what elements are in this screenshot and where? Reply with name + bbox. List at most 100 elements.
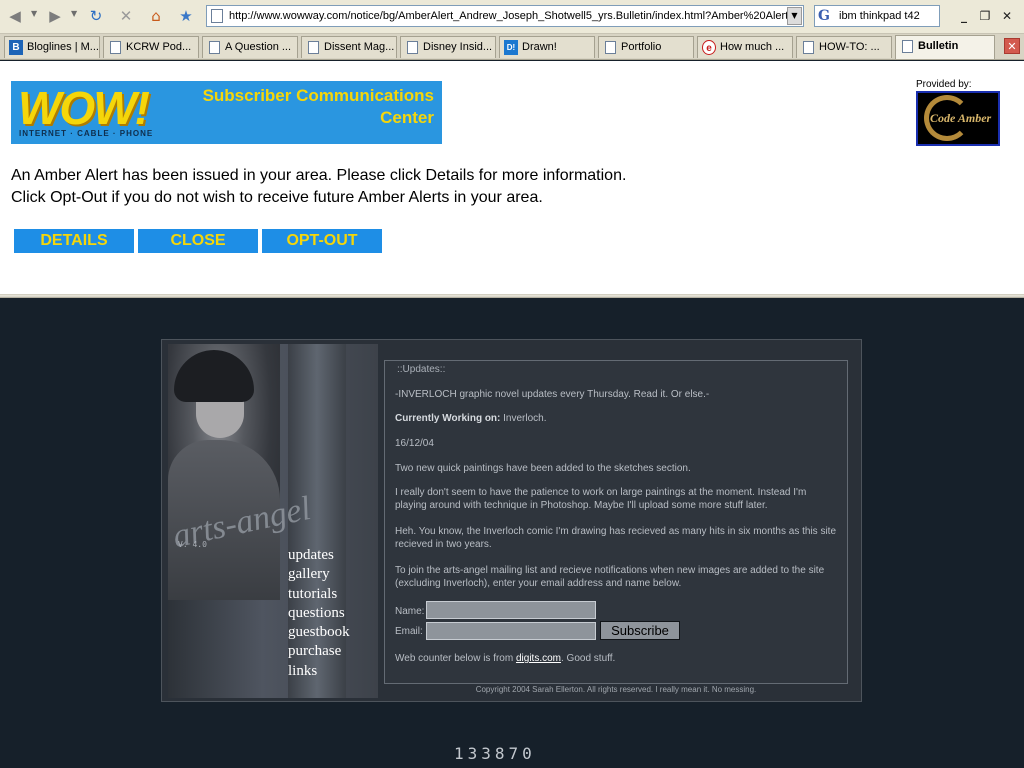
- page-icon: [605, 41, 616, 54]
- close-button[interactable]: CLOSE: [138, 229, 258, 253]
- drawn-icon: D!: [504, 40, 518, 55]
- tab-kcrw[interactable]: KCRW Pod...: [103, 36, 199, 58]
- tab-drawn[interactable]: D! Drawn!: [499, 36, 595, 58]
- stop-icon[interactable]: ✕: [116, 6, 136, 26]
- email-input[interactable]: [426, 622, 596, 640]
- browser-toolbar: ◀ ▼ ▶ ▼ ↻ ✕ ⌂ ★ ▼ G _ ❐ ✕: [0, 0, 1024, 34]
- tab-label: Dissent Mag...: [324, 41, 395, 53]
- arts-angel-site: arts-angel V. 4.0 updates gallery tutori…: [161, 339, 862, 702]
- site-version: V. 4.0: [178, 540, 207, 549]
- url-input[interactable]: [229, 7, 789, 25]
- howmuch-icon: e: [702, 40, 716, 55]
- tab-label: A Question ...: [225, 41, 292, 53]
- address-bar[interactable]: ▼: [206, 5, 804, 27]
- mailing-list-instructions: To join the arts-angel mailing list and …: [395, 565, 825, 589]
- page-icon: [110, 41, 121, 54]
- tab-label: Bulletin: [918, 40, 959, 52]
- page-icon: [902, 40, 913, 53]
- tab-bulletin[interactable]: Bulletin: [895, 35, 995, 59]
- name-input[interactable]: [426, 601, 596, 619]
- tab-label: Drawn!: [522, 41, 557, 53]
- tab-a-question[interactable]: A Question ...: [202, 36, 298, 58]
- title-line-1: Subscriber Communications: [202, 86, 434, 105]
- tab-label: Portfolio: [621, 41, 662, 53]
- alert-message-line-2: Click Opt-Out if you do not wish to rece…: [11, 189, 543, 206]
- character-hair: [174, 350, 254, 402]
- page-icon: [308, 41, 319, 54]
- tab-dissent[interactable]: Dissent Mag...: [301, 36, 397, 58]
- minimize-icon[interactable]: _: [955, 7, 973, 25]
- nav-tutorials[interactable]: tutorials: [288, 585, 350, 604]
- tab-label: Disney Insid...: [423, 41, 493, 53]
- counter-note-text: Web counter below is from: [395, 653, 516, 664]
- updates-heading: ::Updates::: [397, 364, 446, 375]
- alert-message-line-1: An Amber Alert has been issued in your a…: [11, 167, 627, 184]
- tab-label: HOW-TO: ...: [819, 41, 880, 53]
- search-input[interactable]: [839, 7, 937, 25]
- close-tab-icon[interactable]: ✕: [1004, 38, 1020, 54]
- amber-alert-banner: WOW! INTERNET · CABLE · PHONE Subscriber…: [0, 61, 1024, 295]
- back-history-dropdown-icon[interactable]: ▼: [31, 9, 37, 18]
- google-search-icon[interactable]: G: [818, 8, 830, 24]
- page-icon: [803, 41, 814, 54]
- code-amber-text: Code Amber: [930, 111, 992, 125]
- bookmarks-icon[interactable]: ★: [176, 6, 196, 26]
- nav-links[interactable]: links: [288, 662, 350, 681]
- update-paragraph-2: Two new quick paintings have been added …: [395, 463, 691, 474]
- update-inverloch-note: -INVERLOCH graphic novel updates every T…: [395, 389, 710, 400]
- tab-bar: B Bloglines | M... KCRW Pod... A Questio…: [0, 34, 1024, 60]
- home-icon[interactable]: ⌂: [146, 6, 166, 26]
- opt-out-button[interactable]: OPT-OUT: [262, 229, 382, 253]
- tab-label: Bloglines | M...: [27, 41, 99, 53]
- provided-by-label: Provided by:: [916, 79, 972, 90]
- subscriber-center-title: Subscriber Communications Center: [203, 85, 434, 129]
- email-label: Email:: [395, 626, 423, 637]
- subscribe-button[interactable]: Subscribe: [600, 621, 680, 640]
- updates-panel: ::Updates:: -INVERLOCH graphic novel upd…: [384, 360, 848, 684]
- working-label: Currently Working on:: [395, 413, 501, 424]
- counter-note-end: . Good stuff.: [561, 653, 616, 664]
- update-paragraph-4: Heh. You know, the Inverloch comic I'm d…: [395, 526, 837, 550]
- wow-logo-text: WOW!: [18, 82, 150, 134]
- nav-updates[interactable]: updates: [288, 546, 350, 565]
- tab-how-much[interactable]: e How much ...: [697, 36, 793, 58]
- url-dropdown-icon[interactable]: ▼: [787, 7, 802, 25]
- wow-logo-subtitle: INTERNET · CABLE · PHONE: [19, 129, 154, 138]
- close-window-icon[interactable]: ✕: [998, 7, 1016, 25]
- title-line-2: Center: [380, 108, 434, 127]
- character-illustration: [168, 344, 280, 600]
- tab-disney[interactable]: Disney Insid...: [400, 36, 496, 58]
- nav-guestbook[interactable]: guestbook: [288, 623, 350, 642]
- nav-purchase[interactable]: purchase: [288, 642, 350, 661]
- counter-note: Web counter below is from digits.com. Go…: [395, 652, 839, 665]
- working-value: Inverloch.: [500, 413, 547, 424]
- wow-logo: WOW! INTERNET · CABLE · PHONE Subscriber…: [11, 81, 442, 144]
- code-amber-logo[interactable]: Code Amber: [916, 91, 1000, 146]
- details-button[interactable]: DETAILS: [14, 229, 134, 253]
- copyright-notice: Copyright 2004 Sarah Ellerton. All right…: [475, 685, 757, 694]
- header-artwork: arts-angel V. 4.0 updates gallery tutori…: [168, 344, 378, 698]
- page-icon: [211, 9, 223, 23]
- tab-portfolio[interactable]: Portfolio: [598, 36, 694, 58]
- update-date: 16/12/04: [395, 438, 434, 449]
- reload-icon[interactable]: ↻: [86, 6, 106, 26]
- page-icon: [209, 41, 220, 54]
- bloglines-icon: B: [9, 40, 23, 55]
- hit-counter: 133870: [454, 744, 536, 763]
- alert-message: An Amber Alert has been issued in your a…: [11, 165, 626, 209]
- nav-questions[interactable]: questions: [288, 604, 350, 623]
- back-arrow-icon[interactable]: ◀: [5, 6, 25, 26]
- restore-icon[interactable]: ❐: [976, 7, 994, 25]
- forward-arrow-icon[interactable]: ▶: [45, 6, 65, 26]
- site-nav: updates gallery tutorials questions gues…: [288, 546, 350, 681]
- tab-how-to[interactable]: HOW-TO: ...: [796, 36, 892, 58]
- tab-bloglines[interactable]: B Bloglines | M...: [4, 36, 100, 58]
- tab-label: KCRW Pod...: [126, 41, 192, 53]
- nav-gallery[interactable]: gallery: [288, 565, 350, 584]
- tab-label: How much ...: [720, 41, 785, 53]
- page-icon: [407, 41, 418, 54]
- digits-link[interactable]: digits.com: [516, 653, 561, 664]
- forward-history-dropdown-icon[interactable]: ▼: [71, 9, 77, 18]
- name-label: Name:: [395, 606, 425, 617]
- search-bar[interactable]: G: [814, 5, 940, 27]
